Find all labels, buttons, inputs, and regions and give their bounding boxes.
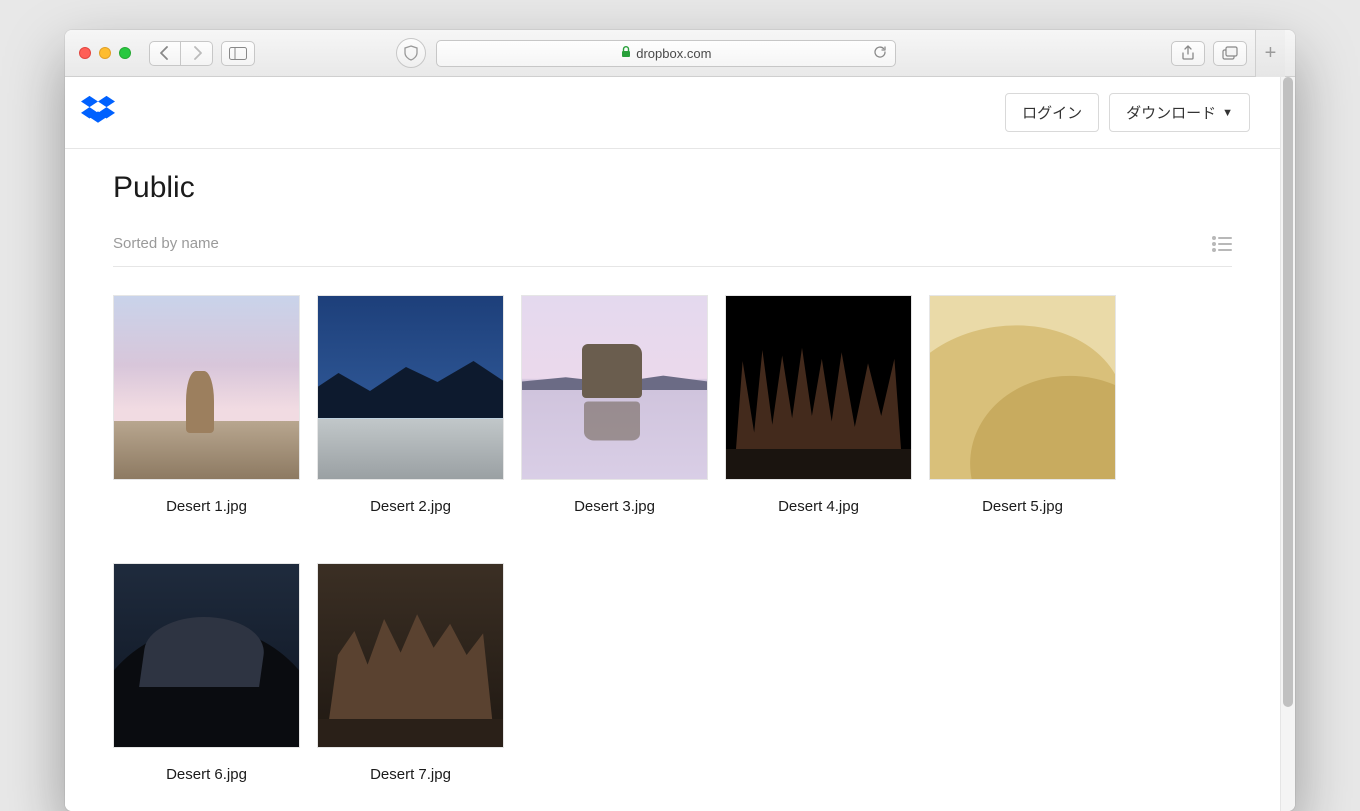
- file-thumbnail: [317, 563, 504, 748]
- sort-label[interactable]: Sorted by name: [113, 235, 219, 252]
- file-item[interactable]: Desert 2.jpg: [317, 295, 504, 515]
- file-name: Desert 2.jpg: [317, 498, 504, 515]
- download-button[interactable]: ダウンロード ▼: [1109, 93, 1250, 132]
- file-thumbnail: [113, 563, 300, 748]
- file-name: Desert 3.jpg: [521, 498, 708, 515]
- url-host: dropbox.com: [636, 46, 711, 61]
- file-grid: Desert 1.jpg Desert 2.jpg Desert 3.jpg D…: [113, 295, 1232, 783]
- dropbox-logo-icon: [81, 95, 115, 125]
- fullscreen-window-button[interactable]: [119, 47, 131, 59]
- close-window-button[interactable]: [79, 47, 91, 59]
- lock-icon: [621, 46, 631, 61]
- nav-buttons: [149, 41, 213, 66]
- reload-icon: [873, 45, 887, 59]
- download-label: ダウンロード: [1126, 102, 1216, 123]
- scrollbar-thumb[interactable]: [1283, 77, 1293, 707]
- file-item[interactable]: Desert 6.jpg: [113, 563, 300, 783]
- login-button[interactable]: ログイン: [1005, 93, 1099, 132]
- list-icon: [1212, 236, 1232, 252]
- address-bar[interactable]: dropbox.com: [436, 40, 896, 67]
- chevron-left-icon: [159, 46, 171, 60]
- page-content: ログイン ダウンロード ▼ Public Sorted by name: [65, 77, 1280, 811]
- sidebar-icon: [229, 47, 247, 60]
- file-thumbnail: [113, 295, 300, 480]
- new-tab-button[interactable]: +: [1255, 30, 1285, 77]
- file-name: Desert 7.jpg: [317, 766, 504, 783]
- sidebar-toggle-button[interactable]: [221, 41, 255, 66]
- dropbox-header: ログイン ダウンロード ▼: [65, 77, 1280, 149]
- folder-area: Public Sorted by name: [65, 149, 1280, 803]
- dropbox-logo[interactable]: [81, 95, 115, 130]
- tabs-icon: [1222, 46, 1238, 60]
- reload-button[interactable]: [873, 45, 887, 62]
- caret-down-icon: ▼: [1222, 107, 1233, 119]
- file-item[interactable]: Desert 7.jpg: [317, 563, 504, 783]
- share-icon: [1181, 45, 1195, 61]
- file-thumbnail: [521, 295, 708, 480]
- scrollbar[interactable]: [1280, 77, 1295, 811]
- forward-button[interactable]: [181, 41, 213, 66]
- minimize-window-button[interactable]: [99, 47, 111, 59]
- file-name: Desert 4.jpg: [725, 498, 912, 515]
- window-controls: [79, 47, 131, 59]
- file-name: Desert 5.jpg: [929, 498, 1116, 515]
- chevron-right-icon: [191, 46, 203, 60]
- folder-title: Public: [113, 171, 1232, 205]
- browser-toolbar: dropbox.com +: [65, 30, 1295, 77]
- show-tabs-button[interactable]: [1213, 41, 1247, 66]
- file-name: Desert 6.jpg: [113, 766, 300, 783]
- file-thumbnail: [725, 295, 912, 480]
- sort-row: Sorted by name: [113, 235, 1232, 267]
- safari-window: dropbox.com +: [65, 30, 1295, 811]
- file-thumbnail: [929, 295, 1116, 480]
- privacy-report-button[interactable]: [396, 38, 426, 68]
- file-item[interactable]: Desert 5.jpg: [929, 295, 1116, 515]
- file-item[interactable]: Desert 3.jpg: [521, 295, 708, 515]
- shield-icon: [403, 45, 419, 61]
- login-label: ログイン: [1022, 102, 1082, 123]
- plus-icon: +: [1265, 42, 1277, 65]
- file-thumbnail: [317, 295, 504, 480]
- back-button[interactable]: [149, 41, 181, 66]
- file-name: Desert 1.jpg: [113, 498, 300, 515]
- share-button[interactable]: [1171, 41, 1205, 66]
- file-item[interactable]: Desert 4.jpg: [725, 295, 912, 515]
- view-list-button[interactable]: [1212, 236, 1232, 252]
- file-item[interactable]: Desert 1.jpg: [113, 295, 300, 515]
